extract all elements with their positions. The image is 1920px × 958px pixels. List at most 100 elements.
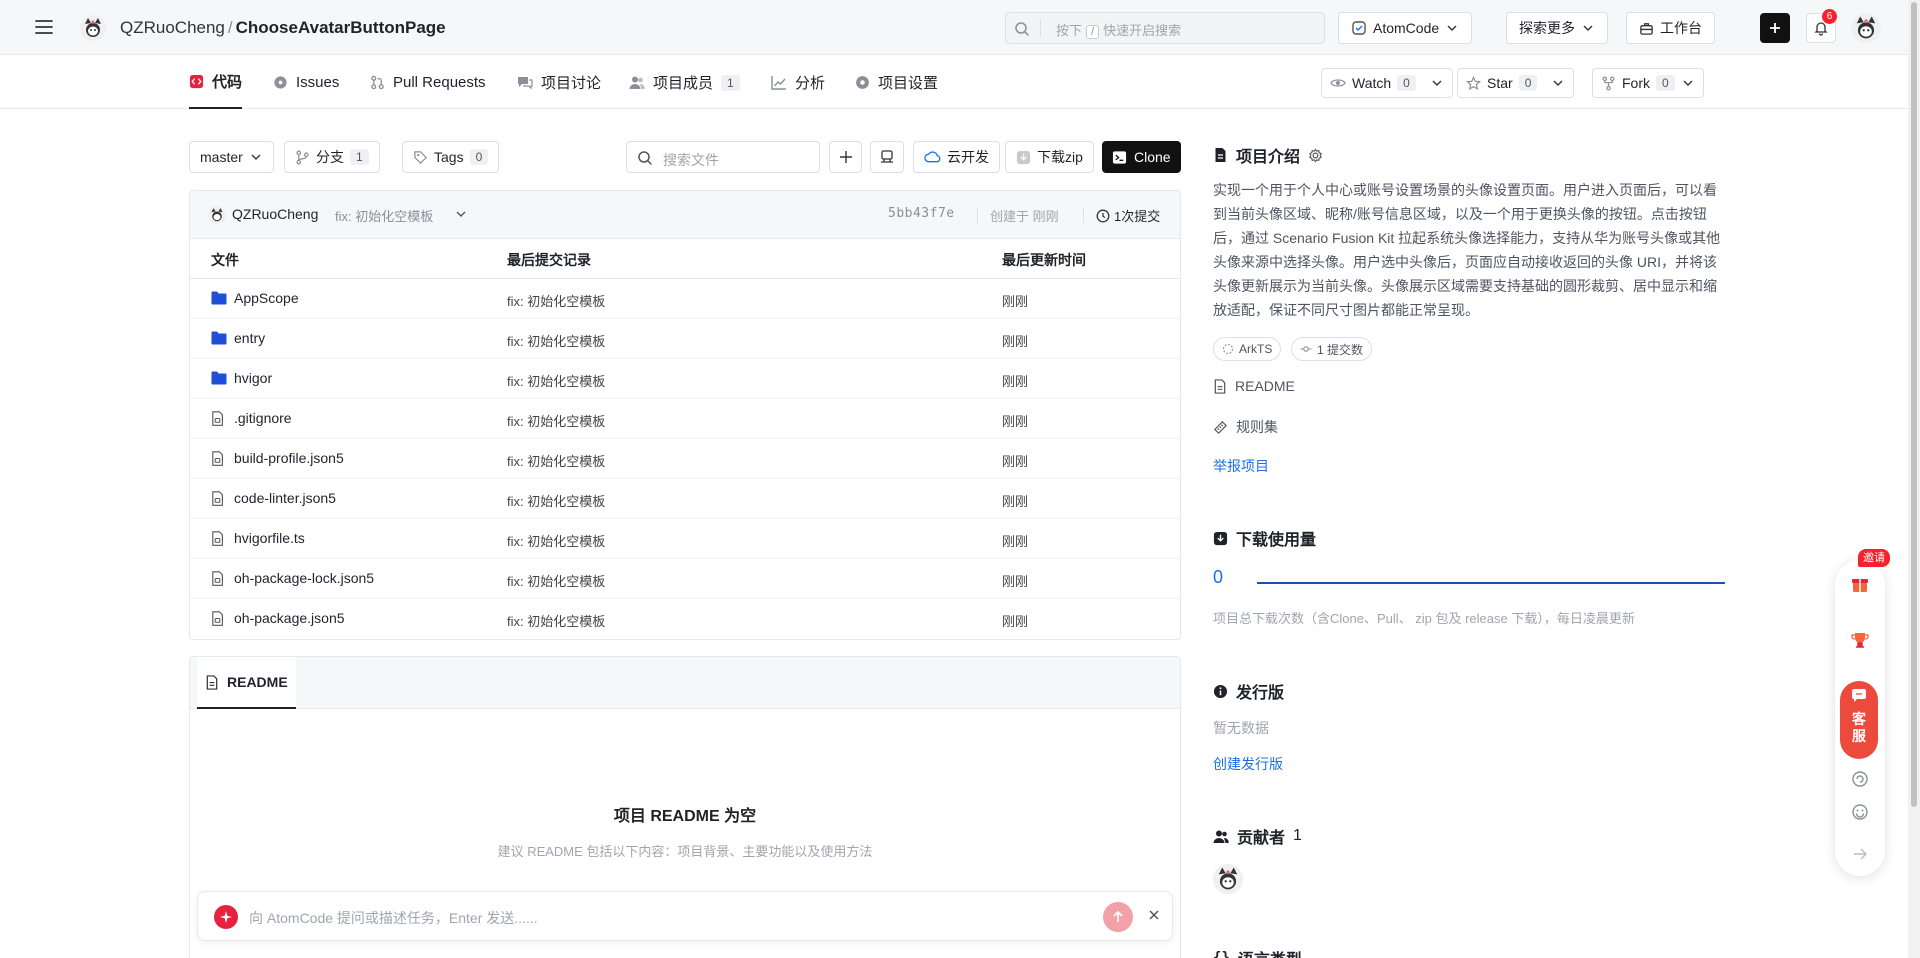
- global-search[interactable]: 按下 / 快速开启搜索: [1005, 12, 1325, 44]
- cloud-icon: [924, 150, 941, 164]
- send-button[interactable]: [1103, 902, 1133, 932]
- web-ide-button[interactable]: [870, 141, 904, 173]
- tab-discussion[interactable]: 项目讨论: [517, 56, 601, 109]
- file-commit-message[interactable]: fix: 初始化空模板: [507, 451, 605, 470]
- file-commit-message[interactable]: fix: 初始化空模板: [507, 331, 605, 350]
- contributor-avatar[interactable]: [1213, 864, 1243, 894]
- explore-more-button[interactable]: 探索更多: [1506, 12, 1608, 44]
- commit-author-avatar[interactable]: [208, 206, 226, 224]
- file-name[interactable]: AppScope: [234, 290, 299, 306]
- tab-issues[interactable]: Issues: [273, 56, 339, 109]
- cloud-dev-button[interactable]: 云开发: [913, 141, 1000, 173]
- readme-link[interactable]: README: [1213, 378, 1295, 394]
- branches-button[interactable]: 分支 1: [284, 141, 380, 173]
- header-updated: 最后更新时间: [1002, 252, 1086, 268]
- plus-icon: [838, 149, 854, 165]
- gear-icon[interactable]: [1308, 147, 1323, 163]
- branch-select[interactable]: master: [189, 141, 274, 173]
- language-tag[interactable]: ArkTS: [1213, 337, 1282, 361]
- table-row[interactable]: entry fix: 初始化空模板 刚刚: [190, 319, 1180, 359]
- create-button[interactable]: [1760, 13, 1790, 43]
- scrollbar-thumb[interactable]: [1911, 2, 1917, 807]
- language-heading: {} 语言类型: [1213, 946, 1302, 958]
- atomcode-input-bar[interactable]: 向 AtomCode 提问或描述任务，Enter 发送......: [197, 891, 1173, 941]
- file-updated-time: 刚刚: [1002, 294, 1029, 309]
- refresh-icon[interactable]: [1847, 766, 1873, 792]
- smile-icon[interactable]: [1847, 799, 1873, 825]
- commit-author[interactable]: QZRuoCheng: [232, 206, 318, 222]
- file-name[interactable]: code-linter.json5: [234, 490, 336, 506]
- table-row[interactable]: oh-package.json5 fix: 初始化空模板 刚刚: [190, 599, 1180, 639]
- file-name[interactable]: entry: [234, 330, 265, 346]
- commit-count-tag[interactable]: 1 提交数: [1291, 337, 1373, 361]
- gift-icon[interactable]: [1847, 571, 1873, 597]
- chevron-down-icon[interactable]: [454, 207, 468, 221]
- invite-badge[interactable]: 邀请: [1858, 549, 1890, 567]
- file-commit-message[interactable]: fix: 初始化空模板: [507, 531, 605, 550]
- file-commit-message[interactable]: fix: 初始化空模板: [507, 611, 605, 630]
- watch-button[interactable]: Watch 0: [1321, 68, 1453, 98]
- chevron-down-icon: [1551, 76, 1565, 90]
- trophy-icon[interactable]: [1847, 627, 1873, 653]
- ruleset-link[interactable]: 规则集: [1213, 417, 1278, 437]
- download-zip-label: 下载zip: [1037, 149, 1083, 165]
- file-updated-time: 刚刚: [1002, 574, 1029, 589]
- file-name[interactable]: .gitignore: [234, 410, 292, 426]
- file-name[interactable]: oh-package.json5: [234, 610, 345, 626]
- user-avatar[interactable]: [1851, 13, 1881, 43]
- clone-button[interactable]: Clone: [1102, 141, 1181, 173]
- create-release-link[interactable]: 创建发行版: [1213, 754, 1283, 774]
- report-link[interactable]: 举报项目: [1213, 456, 1269, 476]
- table-row[interactable]: build-profile.json5 fix: 初始化空模板 刚刚: [190, 439, 1180, 479]
- table-row[interactable]: .gitignore fix: 初始化空模板 刚刚: [190, 399, 1180, 439]
- breadcrumb-repo[interactable]: ChooseAvatarButtonPage: [236, 18, 446, 37]
- table-row[interactable]: AppScope fix: 初始化空模板 刚刚: [190, 279, 1180, 319]
- tags-button[interactable]: Tags 0: [402, 141, 500, 173]
- file-commit-message[interactable]: fix: 初始化空模板: [507, 491, 605, 510]
- breadcrumb-owner[interactable]: QZRuoCheng: [120, 18, 225, 37]
- file-search-input[interactable]: 搜索文件: [626, 141, 820, 173]
- download-zip-button[interactable]: 下载zip: [1005, 141, 1094, 173]
- table-row[interactable]: code-linter.json5 fix: 初始化空模板 刚刚: [190, 479, 1180, 519]
- close-icon[interactable]: [1146, 907, 1162, 923]
- tab-analytics[interactable]: 分析: [771, 56, 825, 109]
- star-count: 0: [1518, 75, 1538, 91]
- workbench-button[interactable]: 工作台: [1626, 12, 1715, 44]
- star-button[interactable]: Star 0: [1457, 68, 1575, 98]
- owner-avatar[interactable]: [80, 15, 106, 41]
- file-name[interactable]: hvigor: [234, 370, 272, 386]
- file-commit-message[interactable]: fix: 初始化空模板: [507, 371, 605, 390]
- commit-count-link[interactable]: 1次提交: [1096, 206, 1160, 225]
- table-row[interactable]: hvigor fix: 初始化空模板 刚刚: [190, 359, 1180, 399]
- chevron-down-icon: [1581, 21, 1595, 35]
- header-last-commit: 最后提交记录: [507, 252, 591, 268]
- contributors-count: 1: [1293, 827, 1302, 844]
- users-icon: [1213, 829, 1229, 844]
- download-trend-line: [1257, 582, 1725, 584]
- commit-message[interactable]: fix: 初始化空模板: [335, 206, 433, 225]
- file-commit-message[interactable]: fix: 初始化空模板: [507, 291, 605, 310]
- customer-service-button[interactable]: 客 服: [1840, 681, 1878, 759]
- file-commit-message[interactable]: fix: 初始化空模板: [507, 411, 605, 430]
- explore-label: 探索更多: [1519, 20, 1575, 36]
- menu-icon[interactable]: [34, 17, 54, 37]
- file-name[interactable]: build-profile.json5: [234, 450, 344, 466]
- fork-button[interactable]: Fork 0: [1592, 68, 1704, 98]
- tab-code[interactable]: 代码: [189, 56, 243, 109]
- file-name[interactable]: hvigorfile.ts: [234, 530, 305, 546]
- fork-count: 0: [1656, 75, 1675, 91]
- info-icon: [1213, 684, 1228, 699]
- arrow-right-icon[interactable]: [1847, 841, 1873, 867]
- table-row[interactable]: hvigorfile.ts fix: 初始化空模板 刚刚: [190, 519, 1180, 559]
- tab-settings[interactable]: 项目设置: [855, 56, 938, 109]
- add-file-button[interactable]: [829, 141, 862, 173]
- tab-readme[interactable]: README: [197, 657, 296, 709]
- commit-created: 创建于 刚刚: [990, 209, 1059, 224]
- commit-sha[interactable]: 5bb43f7e: [888, 206, 955, 221]
- file-commit-message[interactable]: fix: 初始化空模板: [507, 571, 605, 590]
- atomcode-button[interactable]: AtomCode: [1338, 12, 1473, 44]
- table-row[interactable]: oh-package-lock.json5 fix: 初始化空模板 刚刚: [190, 559, 1180, 599]
- tab-members[interactable]: 项目成员 1: [629, 56, 740, 109]
- tab-pull-requests[interactable]: Pull Requests: [370, 56, 486, 109]
- file-name[interactable]: oh-package-lock.json5: [234, 570, 374, 586]
